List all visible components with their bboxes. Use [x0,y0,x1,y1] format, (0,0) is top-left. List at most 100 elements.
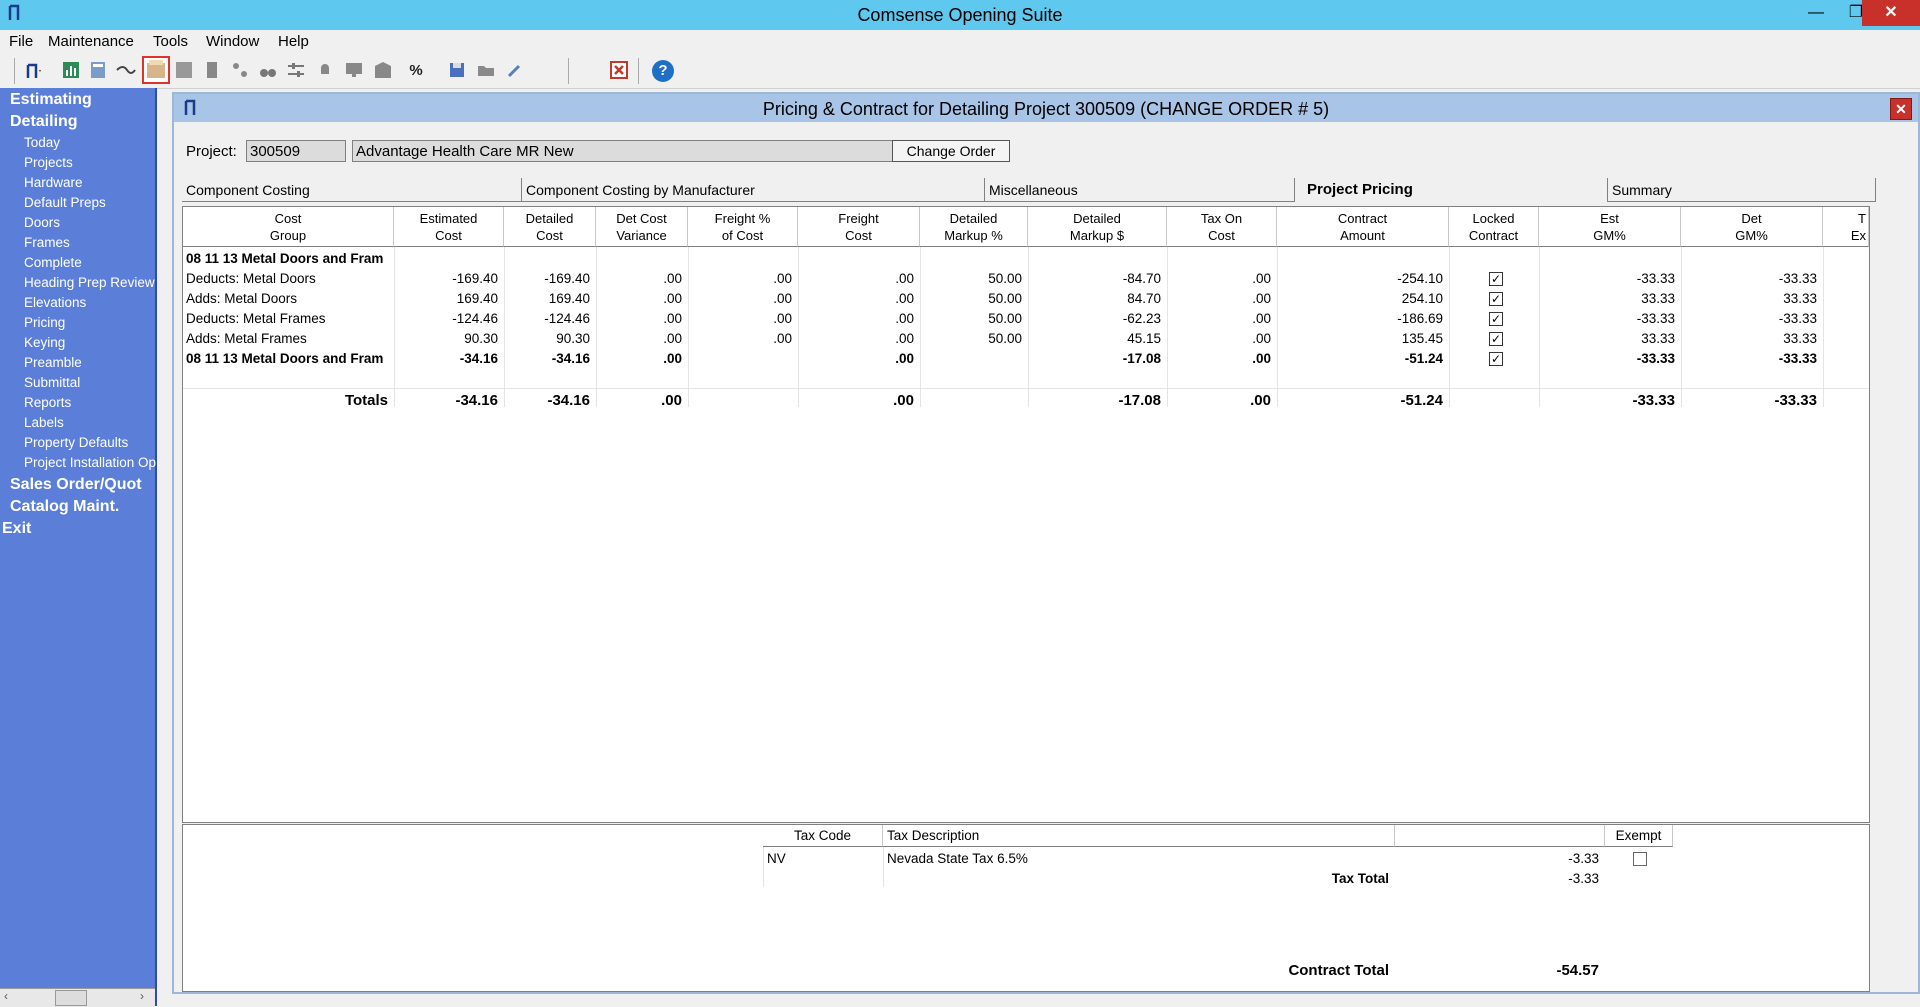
col-header-est-gm[interactable]: Est GM% [1539,207,1681,247]
col-header-detailed-markup-amt[interactable]: Detailed Markup $ [1028,207,1167,247]
project-name-field[interactable]: Advantage Health Care MR New [352,140,897,162]
cell-det-cost-variance[interactable]: .00 [596,309,688,329]
cell-freight-pct[interactable]: .00 [688,269,798,289]
scroll-left-icon[interactable]: ‹ [4,989,8,1003]
cell-freight-pct[interactable]: .00 [688,329,798,349]
col-header-cost-group[interactable]: Cost Group [183,207,394,247]
sidebar-item-preamble[interactable]: Preamble [24,355,82,370]
cell-freight-cost[interactable]: .00 [798,349,920,369]
cell-det-gm[interactable]: -33.33 [1681,309,1823,329]
sidebar-item-submittal[interactable]: Submittal [24,375,80,390]
sidebar-item-default-preps[interactable]: Default Preps [24,195,106,210]
row-cost-group[interactable]: 08 11 13 Metal Doors and Fram [186,249,394,269]
cell-det-cost-variance[interactable]: .00 [596,269,688,289]
cell-detailed-cost[interactable]: 90.30 [504,329,596,349]
folder-icon[interactable] [475,60,497,82]
menu-window[interactable]: Window [206,33,259,50]
col-header-estimated-cost[interactable]: Estimated Cost [394,207,504,247]
cell-est-gm[interactable]: -33.33 [1539,269,1681,289]
cell-estimated-cost[interactable]: -169.40 [394,269,504,289]
hierarchy-icon[interactable] [229,60,251,82]
tab-project-pricing[interactable]: Project Pricing [1295,178,1608,202]
scroll-right-icon[interactable]: › [140,989,144,1003]
cell-tax-on-cost[interactable]: .00 [1167,269,1277,289]
scroll-thumb[interactable] [55,990,87,1006]
sidebar-item-project-installation[interactable]: Project Installation Op [24,455,156,470]
sidebar-item-labels[interactable]: Labels [24,415,64,430]
tax-code-cell[interactable]: NV [767,849,867,869]
cell-tax-on-cost[interactable]: .00 [1167,329,1277,349]
col-header-det-gm[interactable]: Det GM% [1681,207,1823,247]
cell-contract-amount[interactable]: 254.10 [1277,289,1449,309]
cell-detailed-markup-pct[interactable]: 50.00 [920,289,1028,309]
col-header-det-cost-variance[interactable]: Det Cost Variance [596,207,688,247]
cell-detailed-markup-amt[interactable]: -62.23 [1028,309,1167,329]
project-number-field[interactable]: 300509 [246,140,346,162]
bell-icon[interactable] [314,60,336,82]
child-close-button[interactable]: ✕ [1890,98,1912,120]
pencil-icon[interactable] [504,60,526,82]
col-header-detailed-markup-pct[interactable]: Detailed Markup % [920,207,1028,247]
row-cost-group[interactable]: Adds: Metal Frames [186,329,394,349]
col-header-tax-on-cost[interactable]: Tax On Cost [1167,207,1277,247]
col-header-freight-pct[interactable]: Freight % of Cost [688,207,798,247]
row-cost-group[interactable]: Deducts: Metal Frames [186,309,394,329]
menu-help[interactable]: Help [278,33,309,50]
tax-description-cell[interactable]: Nevada State Tax 6.5% [887,849,1387,869]
monitor-icon[interactable] [343,60,365,82]
cell-tax-on-cost[interactable]: .00 [1167,309,1277,329]
cell-det-gm[interactable]: 33.33 [1681,289,1823,309]
col-header-contract-amount[interactable]: Contract Amount [1277,207,1449,247]
col-header-tax-description[interactable]: Tax Description [883,825,1395,847]
door-icon[interactable] [201,60,223,82]
cell-freight-cost[interactable]: .00 [798,289,920,309]
cell-freight-cost[interactable]: .00 [798,309,920,329]
cell-det-cost-variance[interactable]: .00 [596,349,688,369]
locked-contract-checkbox[interactable]: ✓ [1489,272,1503,286]
cell-detailed-markup-amt[interactable]: -17.08 [1028,349,1167,369]
cell-freight-pct[interactable]: .00 [688,289,798,309]
cell-detailed-cost[interactable]: -169.40 [504,269,596,289]
locked-contract-checkbox[interactable]: ✓ [1489,312,1503,326]
menu-tools[interactable]: Tools [153,33,188,50]
sidebar-item-frames[interactable]: Frames [24,235,70,250]
cell-det-cost-variance[interactable]: .00 [596,329,688,349]
sidebar-section-exit[interactable]: Exit [2,520,31,538]
col-header-exempt[interactable]: Exempt [1605,825,1673,847]
menu-file[interactable]: File [9,33,33,50]
cell-contract-amount[interactable]: -254.10 [1277,269,1449,289]
sidebar-item-pricing[interactable]: Pricing [24,315,65,330]
cell-detailed-cost[interactable]: -34.16 [504,349,596,369]
sidebar-item-property-defaults[interactable]: Property Defaults [24,435,128,450]
tab-component-costing[interactable]: Component Costing [182,178,522,202]
cell-estimated-cost[interactable]: 169.40 [394,289,504,309]
cell-det-gm[interactable]: -33.33 [1681,349,1823,369]
tab-summary[interactable]: Summary [1608,178,1876,202]
col-header-tax-code[interactable]: Tax Code [763,825,883,847]
sidebar-section-catalog-maint[interactable]: Catalog Maint. [10,498,119,516]
change-order-button[interactable]: Change Order [892,140,1010,162]
col-header-locked-contract[interactable]: Locked Contract [1449,207,1539,247]
sidebar-item-hardware[interactable]: Hardware [24,175,83,190]
save-icon[interactable] [446,60,468,82]
col-header-tax-exempt[interactable]: T Ex [1823,207,1869,247]
chart-icon[interactable] [60,60,82,82]
sidebar-item-reports[interactable]: Reports [24,395,71,410]
cell-estimated-cost[interactable]: 90.30 [394,329,504,349]
app-menu-icon[interactable] [22,60,44,82]
sidebar-item-projects[interactable]: Projects [24,155,73,170]
locked-contract-checkbox[interactable]: ✓ [1489,292,1503,306]
cell-freight-pct[interactable]: .00 [688,309,798,329]
col-header-tax-amount[interactable] [1395,825,1605,847]
sidebar-section-detailing[interactable]: Detailing [10,113,78,131]
cabinet-icon[interactable] [372,60,394,82]
menu-maintenance[interactable]: Maintenance [48,33,134,50]
handshake-icon[interactable] [115,60,137,82]
row-cost-group-subtotal[interactable]: 08 11 13 Metal Doors and Fram [186,349,394,369]
sidebar-item-keying[interactable]: Keying [24,335,65,350]
tax-exempt-checkbox[interactable] [1633,852,1647,866]
sidebar-item-heading-prep-review[interactable]: Heading Prep Review [24,275,155,290]
cell-detailed-markup-pct[interactable]: 50.00 [920,309,1028,329]
tax-amount-cell[interactable]: -3.33 [1395,849,1605,869]
close-icon[interactable] [608,60,630,82]
